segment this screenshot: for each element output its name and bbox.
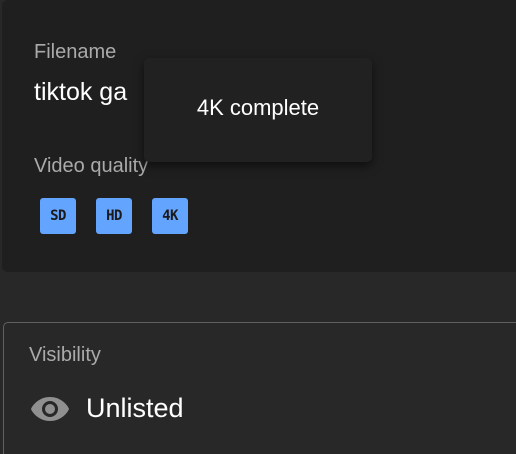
sd-icon[interactable]: SD [40, 198, 76, 234]
4k-icon[interactable]: 4K [152, 198, 188, 234]
visibility-card[interactable]: Visibility Unlisted [3, 322, 516, 454]
visibility-row[interactable]: Unlisted [30, 393, 184, 424]
video-quality-label: Video quality [34, 155, 149, 177]
visibility-value: Unlisted [86, 393, 184, 423]
video-details-panel: Filename tiktok ga4 Video quality SD HD … [0, 0, 516, 454]
quality-tooltip: 4K complete [144, 58, 372, 162]
quality-badges: SD HD 4K [40, 198, 188, 234]
eye-icon [31, 396, 69, 421]
tooltip-text: 4K complete [196, 95, 320, 120]
filename-label: Filename [34, 41, 117, 63]
filename-value-visible: tiktok ga [34, 78, 128, 106]
visibility-label: Visibility [29, 344, 101, 366]
hd-icon[interactable]: HD [96, 198, 132, 234]
